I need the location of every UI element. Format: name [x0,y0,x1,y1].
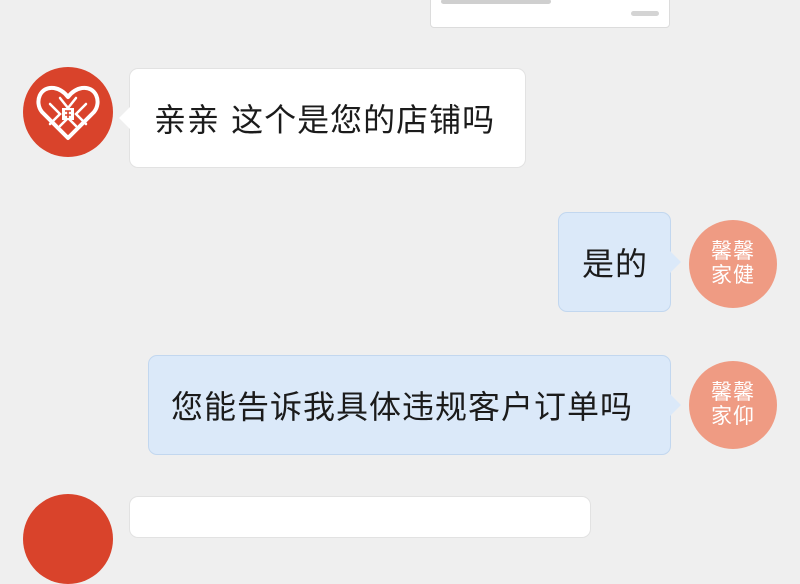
bubble-tail [670,394,681,416]
message-text: 是的 [582,245,649,283]
avatar-text: 家健 [711,263,755,287]
user-avatar[interactable]: 馨馨 家健 [689,220,777,308]
message-text: 亲亲 这个是您的店铺吗 [154,101,496,139]
message-text: 您能告诉我具体违规客户订单吗 [171,388,634,426]
avatar-text: 家仰 [711,404,755,428]
previous-message-card[interactable] [430,0,670,28]
message-bubble[interactable]: 您能告诉我具体违规客户订单吗 [148,355,681,455]
shop-avatar[interactable] [23,67,113,157]
bubble-tail [119,107,130,129]
chat-conversation: 亲亲 这个是您的店铺吗 是的 馨馨 家健 您能告诉我具体违规客户订单吗 馨馨 家… [0,0,800,584]
avatar-text: 馨馨 [711,239,755,264]
message-bubble[interactable]: 是的 [558,212,681,312]
message-bubble[interactable]: 亲亲 这个是您的店铺吗 [119,68,526,168]
message-bubble[interactable] [129,496,591,538]
user-avatar[interactable]: 馨馨 家仰 [689,361,777,449]
shop-avatar[interactable] [23,494,113,584]
blurred-text [441,0,551,4]
avatar-text: 馨馨 [711,380,755,405]
bubble-tail [670,251,681,273]
pinduoduo-logo-icon [36,85,100,140]
blurred-timestamp [631,11,659,16]
